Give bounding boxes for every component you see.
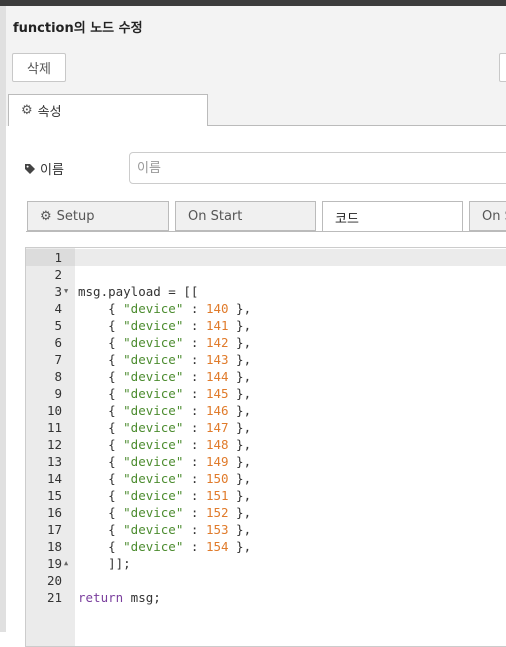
line-number: 12 — [46, 437, 62, 452]
code-text: return msg; — [78, 590, 161, 605]
code-text: msg.payload = [[ — [78, 284, 199, 299]
line-number: 21 — [46, 590, 62, 605]
tab-setup[interactable]: ⚙ Setup — [27, 201, 169, 231]
code-text: { "device" : 143 }, — [78, 352, 252, 367]
line-number: 20 — [46, 573, 62, 588]
tab-on-stop-label: On S — [482, 208, 506, 224]
code-line[interactable]: 6 { "device" : 142 }, — [26, 334, 506, 351]
dialog-title: function의 노드 수정 — [13, 21, 143, 36]
tab-code[interactable]: 코드 — [322, 201, 463, 232]
code-line[interactable]: 17 { "device" : 153 }, — [26, 521, 506, 538]
tab-setup-label: Setup — [56, 208, 95, 224]
code-line[interactable]: 18 { "device" : 154 }, — [26, 538, 506, 555]
code-text: { "device" : 154 }, — [78, 539, 252, 554]
tab-properties-label: 속성 — [37, 105, 62, 120]
code-text: { "device" : 153 }, — [78, 522, 252, 537]
code-text: { "device" : 146 }, — [78, 403, 252, 418]
code-line[interactable]: 2 — [26, 266, 506, 283]
tab-code-label: 코드 — [335, 211, 359, 227]
code-text: { "device" : 145 }, — [78, 386, 252, 401]
name-input[interactable] — [129, 152, 506, 184]
code-line[interactable]: 19 ▲ ]]; — [26, 555, 506, 572]
code-text: { "device" : 152 }, — [78, 505, 252, 520]
code-text: { "device" : 151 }, — [78, 488, 252, 503]
delete-button[interactable]: 삭제 — [12, 53, 66, 82]
tab-on-start-label: On Start — [188, 208, 243, 224]
line-number: 8 — [54, 369, 62, 384]
code-text: { "device" : 148 }, — [78, 437, 252, 452]
tab-on-stop[interactable]: On S — [469, 201, 506, 231]
line-number: 1 — [54, 250, 62, 265]
code-line[interactable]: 7 { "device" : 143 }, — [26, 351, 506, 368]
tabstrip-divider — [208, 125, 506, 126]
line-number: 18 — [46, 539, 62, 554]
code-text: { "device" : 142 }, — [78, 335, 252, 350]
code-text: { "device" : 147 }, — [78, 420, 252, 435]
code-text: { "device" : 150 }, — [78, 471, 252, 486]
code-text: { "device" : 144 }, — [78, 369, 252, 384]
code-text: { "device" : 141 }, — [78, 318, 252, 333]
code-line[interactable]: 13 { "device" : 149 }, — [26, 453, 506, 470]
dialog-toolbar: 삭제 — [6, 44, 506, 91]
line-number: 6 — [54, 335, 62, 350]
name-label: 이름 — [24, 159, 64, 178]
code-line[interactable]: 10 { "device" : 146 }, — [26, 402, 506, 419]
fold-end-icon[interactable]: ▲ — [64, 555, 68, 572]
code-line[interactable]: 8 { "device" : 144 }, — [26, 368, 506, 385]
name-label-text: 이름 — [40, 163, 64, 178]
line-number: 4 — [54, 301, 62, 316]
code-line[interactable]: 15 { "device" : 151 }, — [26, 487, 506, 504]
line-number: 2 — [54, 267, 62, 282]
code-line[interactable]: 11 { "device" : 147 }, — [26, 419, 506, 436]
code-line[interactable]: 9 { "device" : 145 }, — [26, 385, 506, 402]
gear-icon: ⚙ — [40, 208, 52, 224]
code-text: { "device" : 149 }, — [78, 454, 252, 469]
tab-on-start[interactable]: On Start — [175, 201, 316, 231]
code-line[interactable]: 14 { "device" : 150 }, — [26, 470, 506, 487]
code-text: { "device" : 140 }, — [78, 301, 252, 316]
code-tabs-divider — [26, 231, 506, 232]
dialog-tabstrip: ⚙ 속성 — [6, 90, 506, 126]
code-line[interactable]: 5 { "device" : 141 }, — [26, 317, 506, 334]
line-number: 7 — [54, 352, 62, 367]
line-number: 5 — [54, 318, 62, 333]
code-line[interactable]: 20 — [26, 572, 506, 589]
line-number: 9 — [54, 386, 62, 401]
line-number: 14 — [46, 471, 62, 486]
code-line[interactable]: 4 { "device" : 140 }, — [26, 300, 506, 317]
code-text: ]]; — [78, 556, 131, 571]
code-line[interactable]: 1 — [26, 249, 506, 266]
line-number: 11 — [46, 420, 62, 435]
code-line[interactable]: 12 { "device" : 148 }, — [26, 436, 506, 453]
line-number: 13 — [46, 454, 62, 469]
tag-icon — [25, 163, 35, 174]
line-number: 3 — [54, 284, 62, 299]
code-line[interactable]: 21 return msg; — [26, 589, 506, 606]
line-number: 16 — [46, 505, 62, 520]
toolbar-button-partial[interactable] — [499, 53, 506, 82]
line-number: 15 — [46, 488, 62, 503]
dialog-header: function의 노드 수정 — [6, 6, 506, 45]
tab-properties[interactable]: ⚙ 속성 — [8, 94, 208, 126]
line-number: 10 — [46, 403, 62, 418]
code-line[interactable]: 16 { "device" : 152 }, — [26, 504, 506, 521]
code-line[interactable]: 3 ▼ msg.payload = [[ — [26, 283, 506, 300]
gear-icon: ⚙ — [21, 103, 33, 118]
fold-expanded-icon[interactable]: ▼ — [64, 283, 68, 300]
line-number: 19 — [46, 556, 62, 571]
code-editor[interactable]: 1 2 3 ▼ msg.payload = [[4 { "device" : 140 }… — [25, 247, 506, 647]
line-number: 17 — [46, 522, 62, 537]
